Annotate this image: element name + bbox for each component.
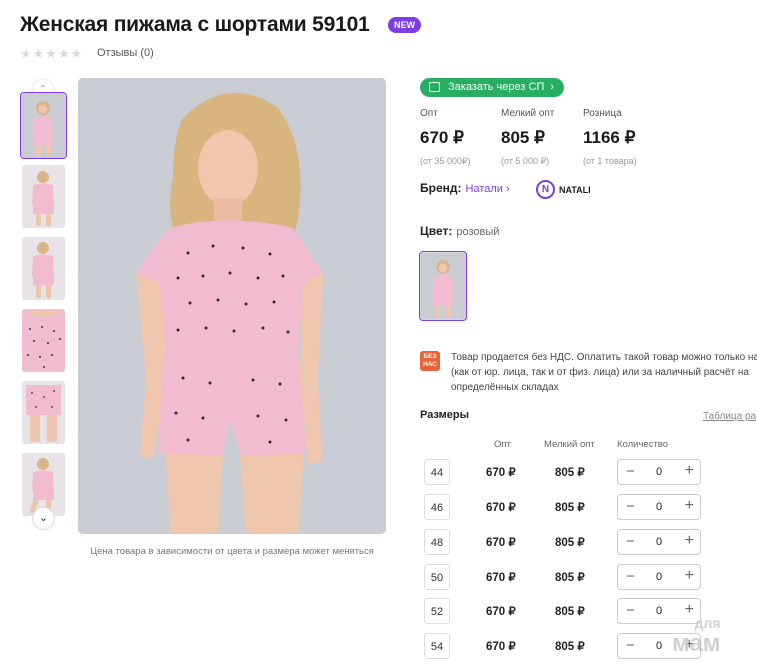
size-label: 52 bbox=[424, 598, 450, 624]
watermark-line-2: мам bbox=[672, 630, 721, 657]
size-row: 50 670 ₽ 805 ₽ − 0 + bbox=[420, 562, 757, 592]
size-price-small-wholesale: 805 ₽ bbox=[555, 641, 585, 653]
star-icon: ★ bbox=[45, 46, 57, 61]
brand-label: Бренд: bbox=[420, 181, 462, 195]
price-condition: (от 1 товара) bbox=[583, 156, 637, 166]
size-table-link[interactable]: Таблица ра bbox=[703, 411, 756, 422]
color-value: розовый bbox=[456, 226, 500, 238]
product-title: Женская пижама с шортами 59101 bbox=[20, 13, 370, 36]
size-row: 48 670 ₽ 805 ₽ − 0 + bbox=[420, 527, 757, 557]
column-header-quantity: Количество bbox=[617, 439, 669, 450]
plus-button[interactable]: + bbox=[685, 567, 694, 585]
watermark: для мам bbox=[672, 615, 721, 656]
order-via-sp-button[interactable]: Заказать через СП › bbox=[420, 78, 565, 97]
size-price-wholesale: 670 ₽ bbox=[486, 606, 516, 618]
price-value: 1166 ₽ bbox=[583, 128, 636, 147]
chevron-down-icon[interactable]: ⌄ bbox=[32, 507, 55, 530]
color-label: Цвет: bbox=[420, 224, 453, 238]
size-price-wholesale: 670 ₽ bbox=[486, 641, 516, 653]
brand-row: Бренд: Натали › bbox=[420, 181, 510, 195]
price-note: Цена товара в зависимости от цвета и раз… bbox=[90, 546, 374, 557]
cart-icon bbox=[429, 82, 440, 92]
price-retail: Розница 1166 ₽ (от 1 товара) bbox=[583, 108, 637, 166]
price-value: 805 ₽ bbox=[501, 128, 545, 147]
size-price-wholesale: 670 ₽ bbox=[486, 467, 516, 479]
size-price-wholesale: 670 ₽ bbox=[486, 572, 516, 584]
size-label: 46 bbox=[424, 494, 450, 520]
size-price-small-wholesale: 805 ₽ bbox=[555, 502, 585, 514]
price-wholesale: Опт 670 ₽ (от 35 000₽) bbox=[420, 108, 471, 167]
quantity-stepper: − 0 + bbox=[617, 494, 701, 520]
color-row: Цвет: розовый bbox=[420, 224, 499, 238]
thumbnail-gallery: ⌃ ⌄ bbox=[20, 80, 68, 532]
price-label: Опт bbox=[420, 108, 438, 119]
size-row: 46 670 ₽ 805 ₽ − 0 + bbox=[420, 492, 757, 522]
plus-button[interactable]: + bbox=[685, 462, 694, 480]
star-icon: ★ bbox=[20, 46, 32, 61]
order-button-label: Заказать через СП bbox=[448, 81, 545, 93]
column-header-small-wholesale: Мелкий опт bbox=[544, 439, 595, 450]
thumbnail-3[interactable] bbox=[22, 237, 65, 300]
price-value: 670 ₽ bbox=[420, 128, 464, 147]
size-price-small-wholesale: 805 ₽ bbox=[555, 572, 585, 584]
size-row: 44 670 ₽ 805 ₽ − 0 + bbox=[420, 457, 757, 487]
chevron-right-icon: › bbox=[505, 183, 510, 195]
star-icon: ★ bbox=[57, 46, 70, 61]
column-header-wholesale: Опт bbox=[494, 439, 511, 450]
new-badge: NEW bbox=[388, 17, 421, 33]
thumbnail-5[interactable] bbox=[22, 381, 65, 444]
price-label: Мелкий опт bbox=[501, 108, 555, 119]
main-product-image[interactable] bbox=[78, 78, 386, 534]
thumbnail-4[interactable] bbox=[22, 309, 65, 372]
price-condition: (от 35 000₽) bbox=[420, 156, 471, 166]
brand-link-text: Натали bbox=[465, 183, 503, 195]
size-label: 44 bbox=[424, 459, 450, 485]
size-price-small-wholesale: 805 ₽ bbox=[555, 467, 585, 479]
quantity-stepper: − 0 + bbox=[617, 529, 701, 555]
size-label: 54 bbox=[424, 633, 450, 659]
quantity-stepper: − 0 + bbox=[617, 564, 701, 590]
thumbnail-2[interactable] bbox=[22, 165, 65, 228]
size-price-small-wholesale: 805 ₽ bbox=[555, 537, 585, 549]
size-label: 48 bbox=[424, 529, 450, 555]
color-swatch-pink[interactable] bbox=[419, 251, 467, 321]
chevron-right-icon: › bbox=[550, 81, 555, 93]
rating-stars[interactable]: ★ ★ ★ ★ ★ bbox=[20, 47, 82, 60]
plus-button[interactable]: + bbox=[685, 497, 694, 515]
brand-logo-text: NATALI bbox=[559, 185, 591, 195]
price-condition: (от 5 000 ₽) bbox=[501, 156, 550, 166]
star-icon: ★ bbox=[32, 46, 45, 61]
size-label: 50 bbox=[424, 564, 450, 590]
star-icon: ★ bbox=[70, 46, 83, 61]
quantity-stepper: − 0 + bbox=[617, 459, 701, 485]
no-vat-icon: БЕЗ НАС bbox=[420, 351, 440, 371]
price-small-wholesale: Мелкий опт 805 ₽ (от 5 000 ₽) bbox=[501, 108, 554, 167]
size-price-small-wholesale: 805 ₽ bbox=[555, 606, 585, 618]
vat-notice: Товар продается без НДС. Оплатить такой … bbox=[451, 352, 757, 393]
size-price-wholesale: 670 ₽ bbox=[486, 502, 516, 514]
size-price-wholesale: 670 ₽ bbox=[486, 537, 516, 549]
thumbnail-1[interactable] bbox=[20, 92, 67, 159]
brand-link[interactable]: Натали › bbox=[466, 183, 510, 195]
plus-button[interactable]: + bbox=[685, 532, 694, 550]
price-label: Розница bbox=[583, 108, 622, 119]
sizes-title: Размеры bbox=[420, 409, 470, 421]
reviews-link[interactable]: Отзывы (0) bbox=[97, 47, 154, 59]
brand-logo-icon[interactable]: N bbox=[536, 180, 555, 199]
